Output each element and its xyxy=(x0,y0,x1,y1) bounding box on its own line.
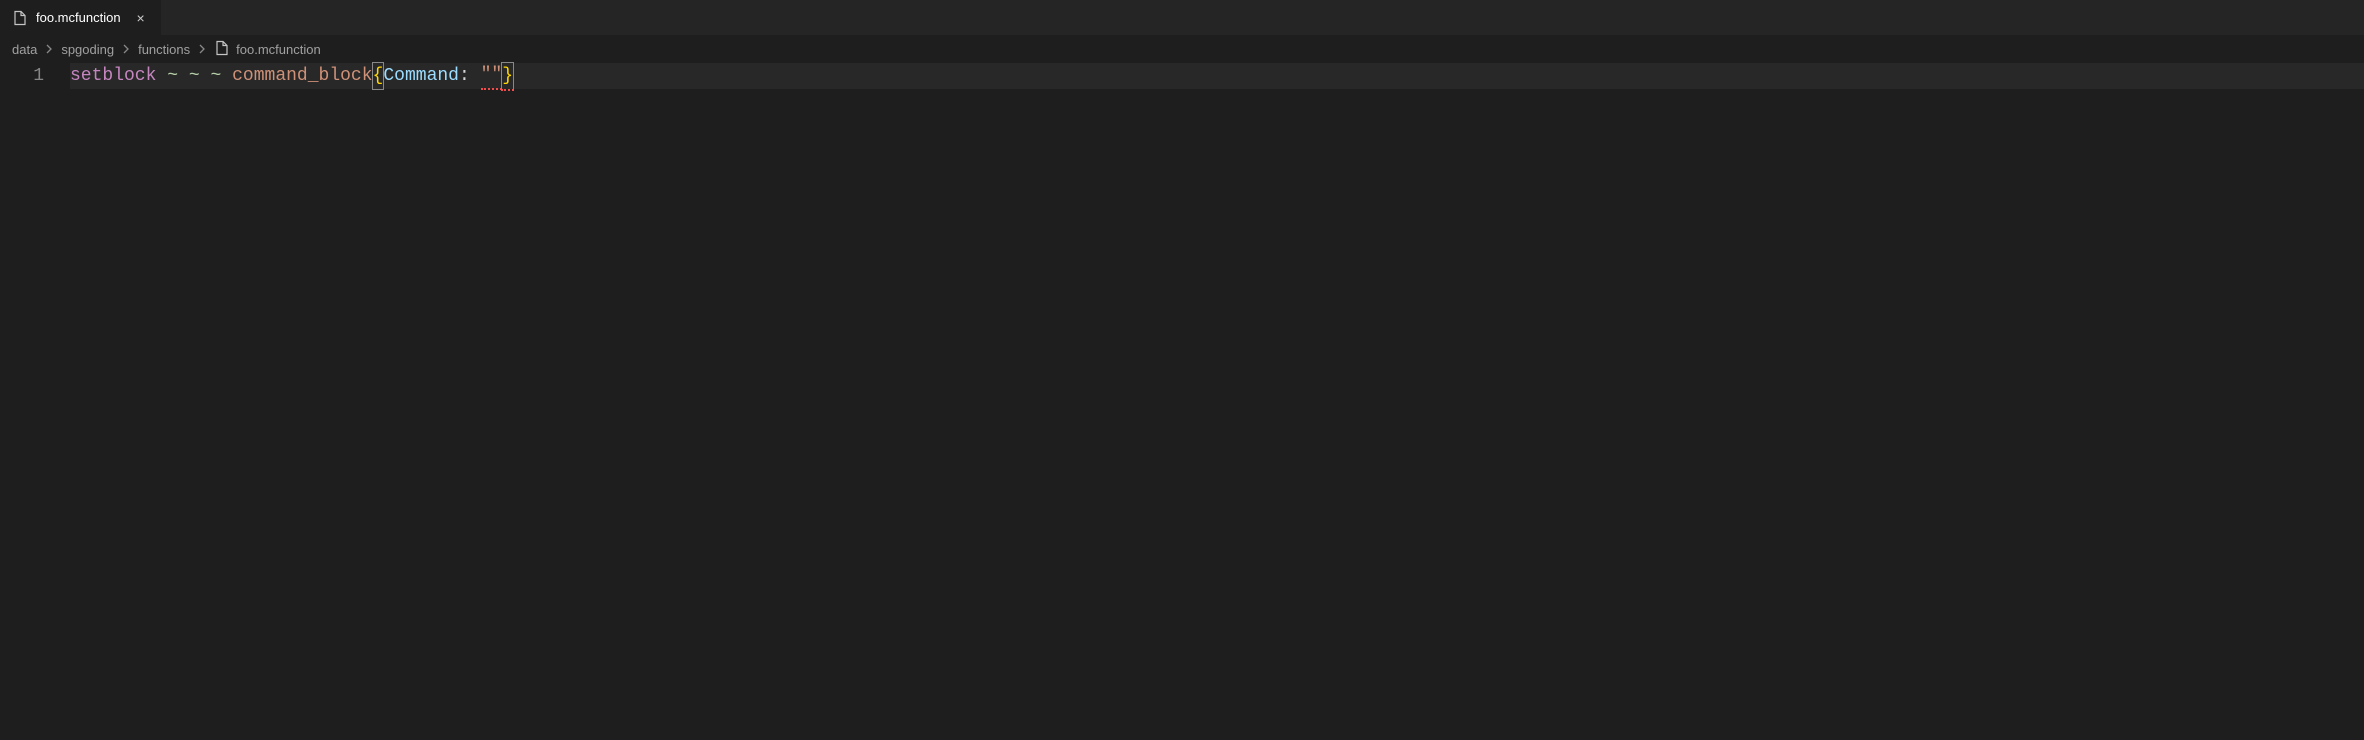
token-coord: ~ xyxy=(210,63,221,89)
file-icon xyxy=(214,40,230,59)
token-space xyxy=(200,63,211,89)
breadcrumb-file[interactable]: foo.mcfunction xyxy=(214,40,321,59)
breadcrumb-file-label: foo.mcfunction xyxy=(236,42,321,57)
close-icon[interactable]: × xyxy=(133,10,149,26)
token-command: setblock xyxy=(70,63,156,89)
breadcrumb-segment[interactable]: functions xyxy=(138,42,190,57)
token-brace-close: } xyxy=(501,62,514,91)
editor[interactable]: 1 setblock ~ ~ ~ command_block{Command: … xyxy=(0,63,2364,89)
code-line[interactable]: setblock ~ ~ ~ command_block{Command: ""… xyxy=(70,63,2364,89)
breadcrumb-segment[interactable]: data xyxy=(12,42,37,57)
breadcrumb: data spgoding functions foo.mcfunction xyxy=(0,35,2364,63)
chevron-right-icon xyxy=(43,43,55,55)
file-icon xyxy=(12,10,28,26)
code-area[interactable]: setblock ~ ~ ~ command_block{Command: ""… xyxy=(70,63,2364,89)
tab-bar: foo.mcfunction × xyxy=(0,0,2364,35)
token-string: "" xyxy=(481,62,503,90)
tab-label: foo.mcfunction xyxy=(36,10,121,25)
token-space xyxy=(470,63,481,89)
token-space xyxy=(221,63,232,89)
token-colon: : xyxy=(459,63,470,89)
token-space xyxy=(156,63,167,89)
token-block: command_block xyxy=(232,63,372,89)
editor-tab[interactable]: foo.mcfunction × xyxy=(0,0,162,35)
token-coord: ~ xyxy=(189,63,200,89)
breadcrumb-segment[interactable]: spgoding xyxy=(61,42,114,57)
chevron-right-icon xyxy=(196,43,208,55)
line-number: 1 xyxy=(0,63,44,89)
gutter: 1 xyxy=(0,63,70,89)
token-coord: ~ xyxy=(167,63,178,89)
token-key: Command xyxy=(383,63,459,89)
token-space xyxy=(178,63,189,89)
chevron-right-icon xyxy=(120,43,132,55)
